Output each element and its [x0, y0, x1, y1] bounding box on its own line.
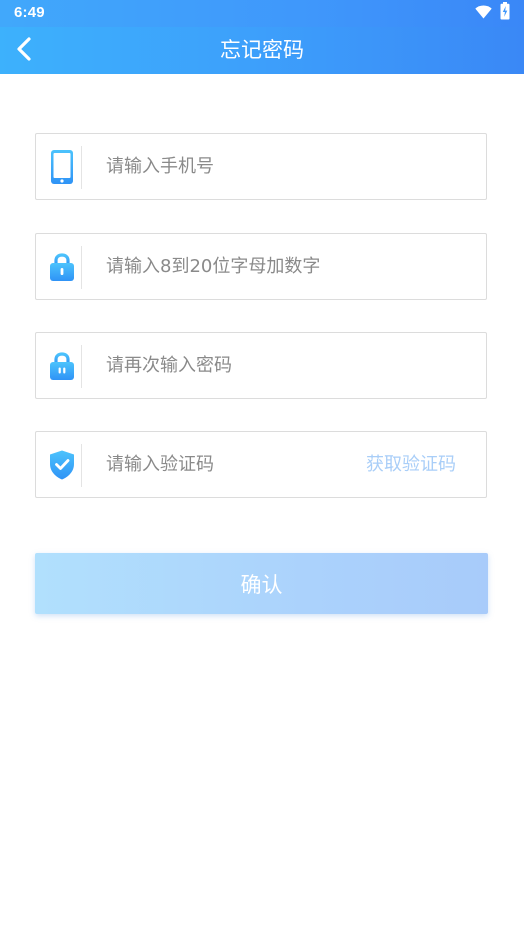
- field-divider: [81, 444, 82, 487]
- field-divider: [81, 345, 82, 388]
- app-bar: 忘记密码: [0, 27, 524, 74]
- phone-field: [35, 133, 487, 200]
- status-time: 6:49: [14, 4, 45, 21]
- lock-icon: [44, 346, 80, 386]
- phone-input[interactable]: [106, 134, 346, 199]
- verification-code-input[interactable]: [106, 432, 346, 497]
- lock-icon: [44, 247, 80, 287]
- password-input[interactable]: [106, 234, 476, 299]
- field-divider: [81, 246, 82, 289]
- phone-icon: [44, 147, 80, 187]
- battery-icon: [500, 2, 510, 24]
- password-field: [35, 233, 487, 300]
- page-title: 忘记密码: [220, 38, 304, 62]
- status-bar: 6:49: [0, 0, 524, 27]
- verification-code-field: 获取验证码: [35, 431, 487, 498]
- field-divider: [81, 146, 82, 189]
- status-icons: [475, 2, 510, 24]
- wifi-icon: [475, 4, 492, 23]
- confirm-password-field: [35, 332, 487, 399]
- confirm-button[interactable]: 确认: [35, 553, 488, 614]
- confirm-password-input[interactable]: [106, 333, 476, 398]
- get-code-button[interactable]: 获取验证码: [366, 432, 456, 497]
- shield-check-icon: [44, 445, 80, 485]
